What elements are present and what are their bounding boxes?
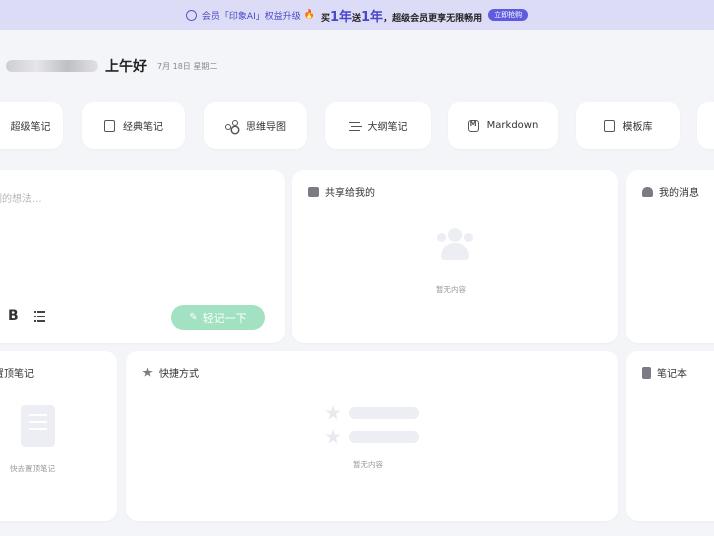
template-library-icon: [603, 119, 615, 132]
greeting-row: 上午好 7月 18日 星期二: [0, 54, 217, 78]
user-name-blurred: [6, 60, 98, 72]
placeholder-bar: [349, 431, 419, 443]
membership-gem-icon: [185, 9, 197, 21]
outline-note-icon: [348, 120, 360, 132]
quick-template-library-button[interactable]: 模板库: [576, 102, 680, 149]
markdown-icon: [467, 119, 479, 132]
buy-now-button[interactable]: 立即抢购: [488, 9, 529, 21]
list-icon[interactable]: [34, 311, 45, 322]
notebooks-card: 笔记本: [626, 351, 714, 521]
quick-mind-map-button[interactable]: 思维导图: [204, 102, 307, 149]
shortcuts-header: 快捷方式: [142, 365, 199, 380]
people-icon: [308, 186, 319, 197]
flame-icon: 🔥: [303, 10, 315, 20]
notebooks-header: 笔记本: [642, 365, 687, 380]
document-placeholder-icon: [21, 405, 55, 447]
notebook-icon: [642, 366, 651, 379]
greeting-date: 7月 18日 星期二: [157, 61, 218, 71]
shared-header: 共享给我的: [308, 184, 375, 199]
bold-button[interactable]: B: [8, 308, 19, 324]
bell-icon: [642, 186, 653, 197]
quick-markdown-button[interactable]: Markdown: [448, 102, 558, 149]
star-icon: [142, 367, 153, 377]
promo-banner[interactable]: 会员「印象AI」权益升级 🔥 买1年送1年，超级会员更享无限畅用 立即抢购: [0, 0, 714, 30]
pinned-header: 置顶笔记: [0, 365, 34, 380]
messages-title: 我的消息: [659, 188, 699, 199]
my-messages-card: 我的消息: [626, 170, 714, 343]
quick-super-note-button[interactable]: 超级笔记: [0, 102, 63, 149]
greeting-text: 上午好: [105, 59, 147, 75]
quick-note-submit-button[interactable]: ✎ 轻记一下: [171, 305, 265, 330]
quick-note-card: 此刻的想法... B ✎ 轻记一下: [0, 170, 285, 343]
classic-note-icon: [104, 119, 115, 132]
quick-action-label: 超级笔记: [10, 122, 51, 133]
quick-outline-note-button[interactable]: 大纲笔记: [325, 102, 431, 149]
submit-label: 轻记一下: [202, 311, 247, 325]
star-placeholder-icon: [325, 405, 341, 420]
people-placeholder-icon: [434, 226, 476, 262]
star-placeholder-icon: [325, 429, 341, 444]
pinned-notes-card: 置顶笔记 快去置顶笔记: [0, 351, 117, 521]
quick-classic-note-button[interactable]: 经典笔记: [82, 102, 185, 149]
pinned-empty-text[interactable]: 快去置顶笔记: [10, 463, 55, 474]
pen-icon: ✎: [189, 312, 198, 323]
quick-action-label: 模板库: [622, 122, 653, 133]
quick-more-button[interactable]: [697, 102, 714, 149]
pinned-title: 置顶笔记: [0, 369, 34, 380]
placeholder-bar: [349, 407, 419, 419]
shortcuts-empty-text: 暂无内容: [353, 460, 383, 469]
quick-action-label: Markdown: [486, 120, 539, 131]
notebooks-title: 笔记本: [657, 369, 687, 380]
quick-action-label: 经典笔记: [123, 122, 163, 133]
messages-header: 我的消息: [642, 184, 699, 199]
quick-note-input[interactable]: 此刻的想法...: [0, 190, 42, 205]
banner-text: 会员「印象AI」权益升级: [201, 11, 301, 22]
shared-empty-text: 暂无内容: [436, 285, 466, 294]
shared-with-me-card: 共享给我的 暂无内容: [292, 170, 618, 343]
quick-action-label: 大纲笔记: [367, 122, 408, 133]
shared-title: 共享给我的: [325, 188, 375, 199]
shortcuts-title: 快捷方式: [159, 369, 199, 380]
banner-promo: 买1年送1年，超级会员更享无限畅用: [320, 9, 483, 25]
quick-action-label: 思维导图: [246, 122, 286, 133]
shortcuts-card: 快捷方式 暂无内容: [126, 351, 618, 521]
mind-map-icon: [225, 119, 238, 132]
